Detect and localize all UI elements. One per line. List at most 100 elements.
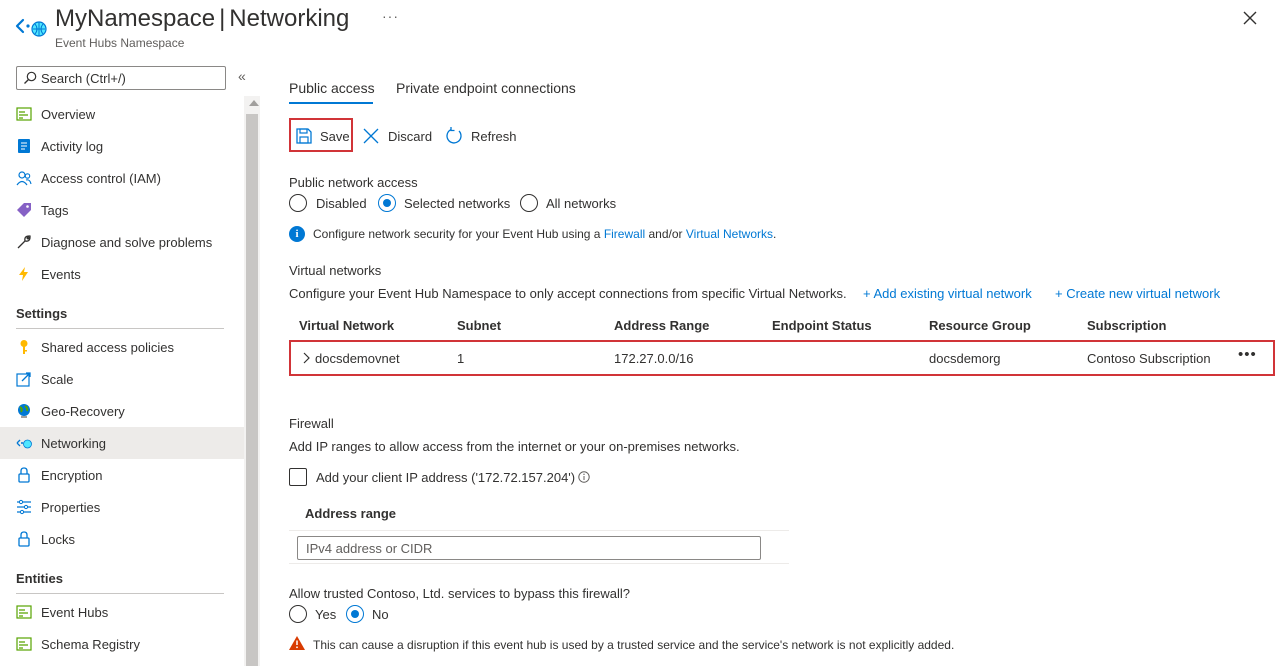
page-title: MyNamespace | Networking <box>55 5 350 32</box>
sidebar-item-label: Tags <box>41 202 69 218</box>
page-subtitle: Event Hubs Namespace <box>55 36 185 50</box>
refresh-label: Refresh <box>471 128 517 144</box>
sidebar-item-scale[interactable]: Scale <box>0 363 244 395</box>
radio-trusted-yes[interactable] <box>289 605 307 623</box>
sidebar-item-diagnose[interactable]: Diagnose and solve problems <box>0 226 244 258</box>
virtual-networks-title: Virtual networks <box>289 263 382 278</box>
tab-public-access[interactable]: Public access <box>289 80 375 96</box>
globe-icon <box>18 404 30 418</box>
sidebar-item-events[interactable]: Events <box>0 258 244 290</box>
sidebar-item-locks[interactable]: Locks <box>0 523 244 555</box>
sidebar-item-geo-recovery[interactable]: Geo-Recovery <box>0 395 244 427</box>
activity-log-icon <box>18 139 30 153</box>
discard-button[interactable]: Discard <box>362 120 432 152</box>
lock-icon <box>18 531 30 547</box>
radio-trusted-yes-label: Yes <box>315 607 337 622</box>
warning-icon <box>289 636 305 650</box>
sidebar-item-activity-log[interactable]: Activity log <box>0 130 244 162</box>
section-label-entities: Entities <box>16 571 63 586</box>
sidebar-item-overview[interactable]: Overview <box>0 98 244 130</box>
chevron-right-icon[interactable] <box>302 352 310 364</box>
address-row-divider <box>289 563 789 564</box>
people-icon <box>16 171 32 186</box>
add-existing-virtual-network-link[interactable]: + Add existing virtual network <box>863 286 1032 301</box>
cell-address-range: 172.27.0.0/16 <box>614 351 694 366</box>
client-ip-label: Add your client IP address ('172.72.157.… <box>316 470 576 485</box>
sidebar-item-label: Activity log <box>41 138 104 154</box>
lock-icon <box>18 467 30 483</box>
column-header-resource-group: Resource Group <box>929 318 1031 333</box>
section-label-settings: Settings <box>16 306 68 321</box>
radio-selected-networks[interactable] <box>378 194 396 212</box>
sidebar-item-label: Events <box>41 266 81 282</box>
column-header-subnet: Subnet <box>457 318 502 333</box>
network-info-text: Configure network security for your Even… <box>313 227 777 241</box>
trusted-warning-text: This can cause a disruption if this even… <box>313 638 955 652</box>
virtual-networks-description: Configure your Event Hub Namespace to on… <box>289 286 847 301</box>
sidebar-item-properties[interactable]: Properties <box>0 491 244 523</box>
radio-disabled[interactable] <box>289 194 307 212</box>
sidebar-item-label: Locks <box>41 531 75 547</box>
tab-private-endpoint-connections[interactable]: Private endpoint connections <box>396 80 576 96</box>
info-outline-icon[interactable] <box>578 471 590 483</box>
sidebar-item-label: Properties <box>41 499 101 515</box>
properties-icon <box>17 499 31 515</box>
column-header-endpoint-status: Endpoint Status <box>772 318 872 333</box>
radio-disabled-label: Disabled <box>316 196 367 211</box>
save-label: Save <box>320 128 350 144</box>
sidebar-item-shared-access-policies[interactable]: Shared access policies <box>0 331 244 363</box>
sidebar-item-label: Event Hubs <box>41 604 109 620</box>
create-new-virtual-network-link[interactable]: + Create new virtual network <box>1055 286 1220 301</box>
sidebar-item-label: Shared access policies <box>41 339 174 355</box>
search-box[interactable] <box>16 66 226 90</box>
event-hubs-networking-icon <box>15 18 47 37</box>
wrench-icon <box>17 235 31 249</box>
column-header-subscription: Subscription <box>1087 318 1167 333</box>
lightning-icon <box>19 267 28 281</box>
sidebar-item-event-hubs[interactable]: Event Hubs <box>0 596 244 628</box>
save-icon <box>296 128 312 144</box>
address-range-header: Address range <box>305 506 397 521</box>
address-header-divider <box>289 530 789 531</box>
scroll-up-arrow-icon[interactable] <box>249 100 259 106</box>
save-button[interactable]: Save <box>295 120 350 152</box>
main-content: Public access Private endpoint connectio… <box>260 56 1286 666</box>
sidebar: « Overview Activity log Access control (… <box>0 56 260 666</box>
schema-registry-icon <box>16 637 32 651</box>
cell-virtual-network: docsdemovnet <box>315 351 400 366</box>
section-divider <box>16 593 224 594</box>
active-tab-indicator <box>289 102 373 104</box>
section-divider <box>16 328 224 329</box>
firewall-description: Add IP ranges to allow access from the i… <box>289 439 740 454</box>
radio-trusted-no[interactable] <box>346 605 364 623</box>
virtual-networks-link[interactable]: Virtual Networks <box>686 227 773 241</box>
close-icon[interactable] <box>1240 8 1260 28</box>
radio-trusted-no-label: No <box>372 607 389 622</box>
scrollbar-thumb[interactable] <box>246 114 258 666</box>
column-header-virtual-network: Virtual Network <box>299 318 395 333</box>
search-input[interactable] <box>41 69 221 87</box>
sidebar-item-access-control[interactable]: Access control (IAM) <box>0 162 244 194</box>
firewall-link[interactable]: Firewall <box>604 227 645 241</box>
sidebar-item-label: Encryption <box>41 467 103 483</box>
sidebar-item-label: Networking <box>41 435 107 451</box>
sidebar-item-label: Access control (IAM) <box>41 170 161 186</box>
public-network-access-label: Public network access <box>289 175 418 190</box>
client-ip-checkbox[interactable] <box>289 468 307 486</box>
more-options-icon[interactable]: ··· <box>382 8 399 24</box>
scale-icon <box>16 372 31 387</box>
collapse-sidebar-icon[interactable]: « <box>238 68 246 84</box>
discard-icon <box>363 128 379 144</box>
sidebar-item-networking[interactable]: Networking <box>0 427 244 459</box>
refresh-button[interactable]: Refresh <box>445 120 517 152</box>
networking-icon <box>16 439 32 449</box>
search-icon <box>24 71 37 84</box>
row-more-icon[interactable]: ••• <box>1238 346 1257 363</box>
address-range-input[interactable] <box>297 536 761 560</box>
sidebar-item-schema-registry[interactable]: Schema Registry <box>0 628 244 660</box>
sidebar-item-encryption[interactable]: Encryption <box>0 459 244 491</box>
radio-all-networks[interactable] <box>520 194 538 212</box>
sidebar-item-tags[interactable]: Tags <box>0 194 244 226</box>
overview-icon <box>16 107 32 121</box>
cell-subscription: Contoso Subscription <box>1087 351 1211 366</box>
